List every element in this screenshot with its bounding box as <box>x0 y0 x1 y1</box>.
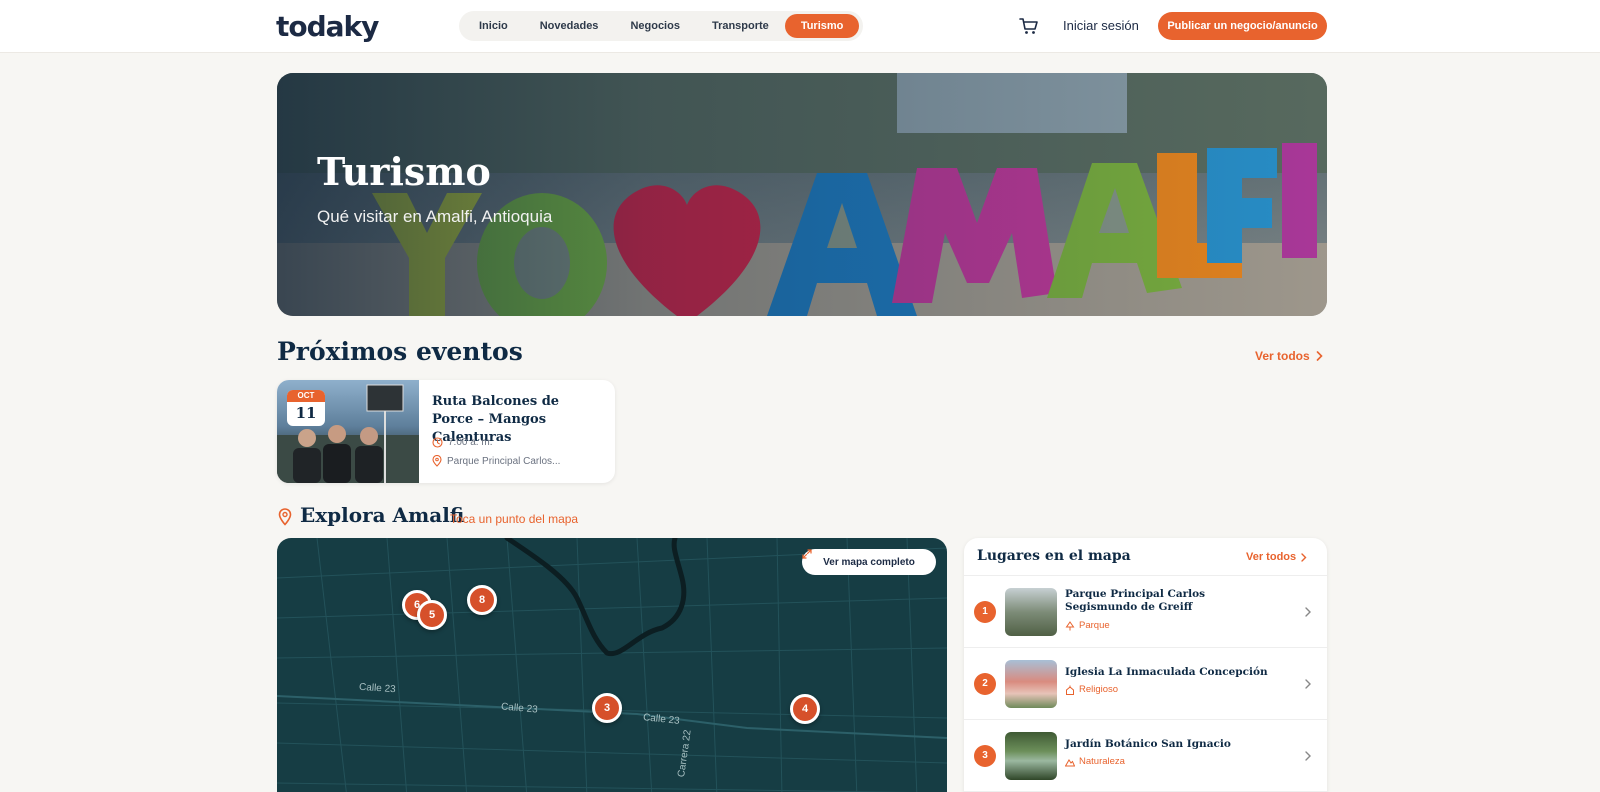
place-category-label: Religioso <box>1079 684 1119 695</box>
place-category: Religioso <box>1065 684 1118 695</box>
map-roads <box>277 538 947 792</box>
place-row[interactable]: 2 Iglesia La Inmaculada Concepción Relig… <box>964 648 1327 720</box>
chevron-right-icon <box>1305 607 1311 617</box>
event-time-row: 7:00 a. m. <box>432 437 492 448</box>
map-marker-4[interactable]: 4 <box>790 694 820 724</box>
events-see-all-link[interactable]: Ver todos <box>1255 349 1323 363</box>
place-number: 2 <box>974 673 996 695</box>
explore-title: Explora Amalfi <box>300 503 465 527</box>
places-see-all-link[interactable]: Ver todos <box>1246 551 1307 563</box>
top-header: todaky Inicio Novedades Negocios Transpo… <box>0 0 1600 53</box>
place-category-label: Naturaleza <box>1079 756 1125 767</box>
place-category-label: Parque <box>1079 620 1110 631</box>
place-name: Parque Principal Carlos Segismundo de Gr… <box>1065 588 1206 613</box>
login-link[interactable]: Iniciar sesión <box>1063 18 1139 33</box>
map-marker-3[interactable]: 3 <box>592 693 622 723</box>
chevron-right-icon <box>1305 679 1311 689</box>
full-map-label: Ver mapa completo <box>823 556 915 568</box>
chevron-right-icon <box>1316 351 1323 361</box>
location-pin-icon <box>278 508 292 526</box>
event-day: 11 <box>295 404 317 422</box>
events-title: Próximos eventos <box>277 337 523 366</box>
hero-banner: Turismo Qué visitar en Amalfi, Antioquia <box>277 73 1327 316</box>
place-thumbnail <box>1005 732 1057 780</box>
publish-button[interactable]: Publicar un negocio/anuncio <box>1158 12 1327 40</box>
event-date-badge: OCT 11 <box>287 390 325 426</box>
cart-icon[interactable] <box>1019 17 1039 35</box>
event-time: 7:00 a. m. <box>448 437 493 448</box>
hero-overlay <box>277 73 1327 316</box>
map-marker-8[interactable]: 8 <box>467 585 497 615</box>
event-card[interactable]: OCT 11 Ruta Balcones de Porce – Mangos C… <box>277 380 615 483</box>
event-location-row: Parque Principal Carlos... <box>432 455 560 467</box>
event-location: Parque Principal Carlos... <box>447 455 561 467</box>
places-title: Lugares en el mapa <box>977 548 1131 564</box>
page-title: Turismo <box>317 149 491 194</box>
clock-icon <box>432 437 443 448</box>
event-image: OCT 11 <box>277 380 419 483</box>
map-view[interactable]: Ver mapa completo 6 5 8 3 4 Calle 23 Cal… <box>277 538 947 792</box>
nav-novedades[interactable]: Novedades <box>524 14 615 38</box>
places-header: Lugares en el mapa Ver todos <box>964 538 1327 576</box>
places-see-all-label: Ver todos <box>1246 551 1297 563</box>
place-thumbnail <box>1005 660 1057 708</box>
place-thumbnail <box>1005 588 1057 636</box>
logo-text: todaky <box>276 10 379 43</box>
tree-icon <box>1065 620 1075 630</box>
events-see-all-label: Ver todos <box>1255 349 1310 363</box>
place-row[interactable]: 3 Jardín Botánico San Ignacio Naturaleza <box>964 720 1327 792</box>
explore-hint: Toca un punto del mapa <box>450 512 579 526</box>
main-nav: Inicio Novedades Negocios Transporte Tur… <box>459 11 864 41</box>
place-row[interactable]: 1 Parque Principal Carlos Segismundo de … <box>964 576 1327 648</box>
location-pin-icon <box>432 455 442 467</box>
church-icon <box>1066 685 1074 695</box>
place-number: 3 <box>974 745 996 767</box>
nav-inicio[interactable]: Inicio <box>463 14 524 38</box>
nav-negocios[interactable]: Negocios <box>614 14 696 38</box>
chevron-right-icon <box>1301 552 1307 562</box>
full-map-button[interactable]: Ver mapa completo <box>802 549 936 575</box>
brand-logo[interactable]: todaky <box>276 10 379 43</box>
place-category: Naturaleza <box>1065 756 1125 767</box>
event-month: OCT <box>287 390 325 402</box>
page-subtitle: Qué visitar en Amalfi, Antioquia <box>317 207 553 226</box>
place-name: Jardín Botánico San Ignacio <box>1065 738 1231 750</box>
nav-transporte[interactable]: Transporte <box>696 14 785 38</box>
chevron-right-icon <box>1305 751 1311 761</box>
nav-turismo[interactable]: Turismo <box>784 14 860 38</box>
map-marker-5[interactable]: 5 <box>417 600 447 630</box>
place-number: 1 <box>974 601 996 623</box>
place-category: Parque <box>1065 620 1110 631</box>
mountain-icon <box>1065 758 1075 766</box>
places-panel: Lugares en el mapa Ver todos 1 Parque Pr… <box>964 538 1327 792</box>
place-name: Iglesia La Inmaculada Concepción <box>1065 666 1268 678</box>
expand-icon <box>802 549 812 559</box>
